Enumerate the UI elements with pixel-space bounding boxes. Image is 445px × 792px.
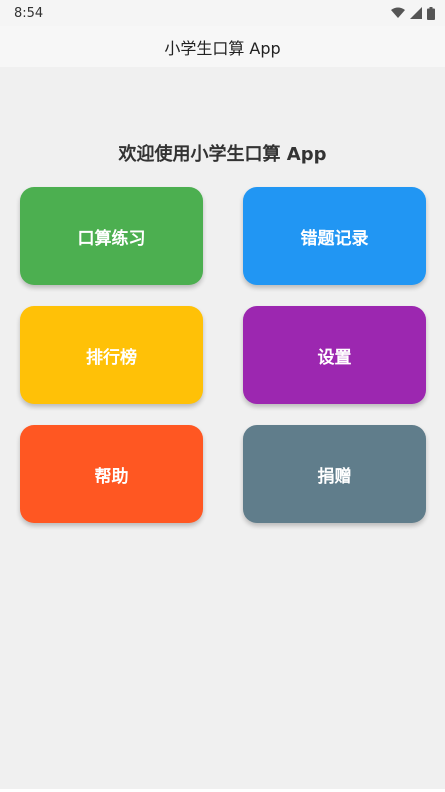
- menu-grid: 口算练习 错题记录 排行榜 设置 帮助 捐赠: [20, 187, 426, 523]
- donate-button[interactable]: 捐赠: [243, 425, 426, 523]
- leaderboard-button[interactable]: 排行榜: [20, 306, 203, 404]
- practice-button[interactable]: 口算练习: [20, 187, 203, 285]
- app-title: 小学生口算 App: [164, 38, 281, 58]
- cell-signal-icon: [410, 7, 422, 19]
- mistakes-button[interactable]: 错题记录: [243, 187, 426, 285]
- status-time: 8:54: [14, 5, 44, 21]
- settings-button[interactable]: 设置: [243, 306, 426, 404]
- battery-icon: [427, 6, 435, 20]
- app-bar: 小学生口算 App: [0, 26, 445, 67]
- welcome-heading: 欢迎使用小学生口算 App: [118, 144, 327, 165]
- status-icons: [391, 6, 435, 20]
- wifi-icon: [391, 7, 405, 18]
- help-button[interactable]: 帮助: [20, 425, 203, 523]
- status-bar: 8:54: [0, 0, 445, 26]
